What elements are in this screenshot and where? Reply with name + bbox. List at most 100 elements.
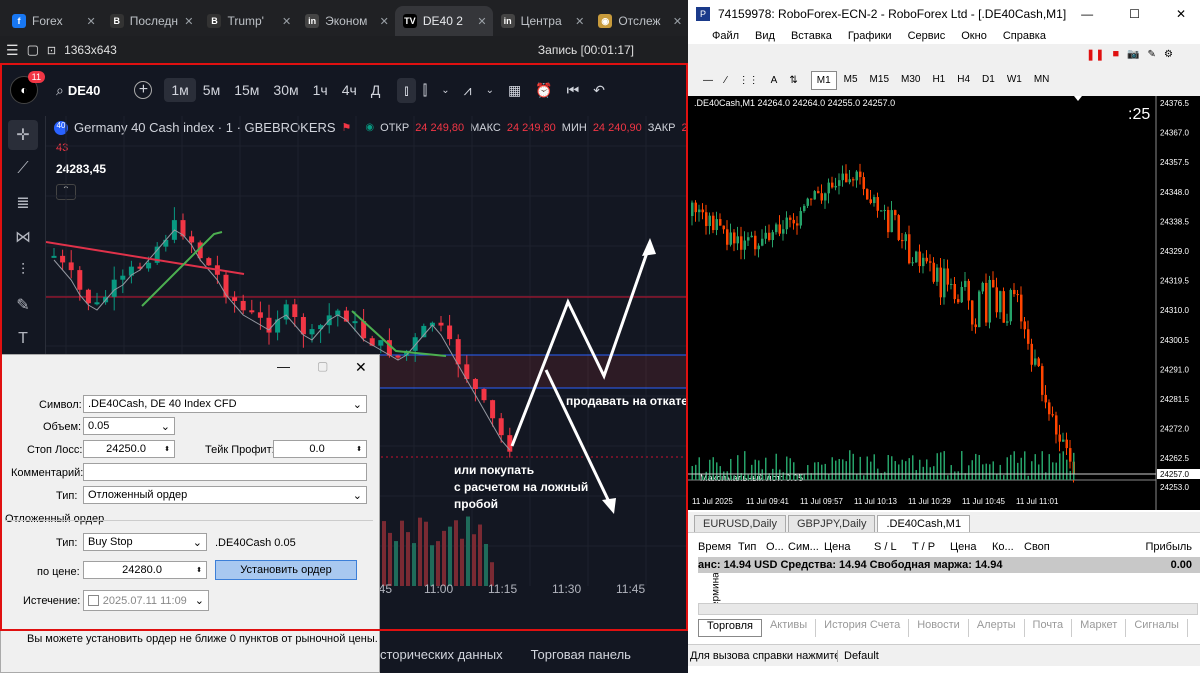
order-type-select[interactable]: Отложенный ордер ⌄ [83,486,367,504]
terminal-tab[interactable]: Почта [1025,619,1073,637]
browser-tab[interactable]: TV DE40 2 ✕ [394,6,493,36]
fib-icon[interactable]: ≣ [8,188,38,218]
timeframe-4[interactable]: 1ч [306,78,335,102]
mt-chart[interactable]: .DE40Cash,M1 24264.0 24264.0 24255.0 242… [688,96,1200,510]
terminal-column-header[interactable]: Прибыль [1102,541,1192,553]
place-order-button[interactable]: Установить ордер [215,560,357,580]
terminal-column-header[interactable]: Время [698,541,738,553]
replay-icon[interactable]: ⏮ [560,78,587,103]
mt-tf-M5[interactable]: M5 [839,71,863,90]
menu-icon[interactable]: ☰ [6,42,19,59]
menu-item[interactable]: Справка [1003,30,1046,42]
tab-close-icon[interactable]: ✕ [673,15,682,28]
h-scrollbar[interactable] [698,603,1198,615]
terminal-tab[interactable]: Новости [909,619,969,637]
undo-icon[interactable]: ↶ [586,78,612,103]
tv-avatar[interactable]: ◐ 11 [10,71,45,104]
terminal-column-header[interactable]: Цена [950,541,992,553]
terminal-tab[interactable]: Активы [762,619,817,637]
window-icon[interactable]: ▢ [27,42,39,58]
mt-tf-D1[interactable]: D1 [977,71,1000,90]
price-field[interactable]: 24280.0 ⬍ [83,561,207,579]
terminal-column-header[interactable]: О... [766,541,788,553]
chart-tab[interactable]: .DE40Cash,M1 [877,515,971,532]
tab-close-icon[interactable]: ✕ [184,15,193,28]
minimize-icon[interactable]: — [1081,7,1093,21]
browser-tab[interactable]: ◉ Отслеж ✕ [590,6,688,36]
mt-tf-MN[interactable]: MN [1029,71,1055,90]
trendline-icon[interactable]: ⟋ [8,154,38,184]
timeframe-2[interactable]: 15м [227,78,266,102]
candle-type-icon[interactable]: ⫾ [397,77,416,103]
terminal-column-header[interactable]: Цена [824,541,874,553]
close-icon[interactable]: ✕ [1176,7,1186,21]
timeframe-6[interactable]: Д [364,78,387,102]
settings-icon[interactable]: ⚙ [1164,49,1173,60]
spin-icon[interactable]: ⬍ [196,566,202,574]
text-tool-icon[interactable]: T [8,324,38,354]
shift-marker-icon[interactable] [1074,96,1082,101]
tab-close-icon[interactable]: ✕ [87,15,96,28]
tab-trading-panel[interactable]: Торговая панель [531,647,631,662]
pending-type-select[interactable]: Buy Stop ⌄ [83,533,207,551]
menu-item[interactable]: Сервис [908,30,946,42]
terminal-column-header[interactable]: Тип [738,541,766,553]
mt-tf-H1[interactable]: H1 [927,71,950,90]
bar-type-icon[interactable]: ⫿ [416,78,434,103]
take-profit-field[interactable]: 0.0 ⬍ [273,440,367,458]
indicators-icon[interactable]: ⩘ [457,78,479,103]
spin-icon[interactable]: ⬍ [356,445,362,453]
symbol-select[interactable]: .DE40Cash, DE 40 Index CFD ⌄ [83,395,367,413]
line-tool-icon[interactable]: — [698,72,718,89]
menu-item[interactable]: Вид [755,30,775,42]
brush-icon[interactable]: ✎ [8,290,38,320]
chevron-down-icon[interactable]: ⌄ [479,81,501,100]
text-icon[interactable]: A [766,72,783,89]
capture-icon[interactable]: ⊡ [47,44,56,57]
timeframe-0[interactable]: 1м [164,78,196,102]
mt-tf-M30[interactable]: M30 [896,71,925,90]
pause-icon[interactable]: ❚❚ [1086,48,1104,61]
add-symbol-icon[interactable]: + [134,81,153,99]
tab-close-icon[interactable]: ✕ [282,15,291,28]
tab-history[interactable]: сторических данных [380,647,503,662]
crosshair-icon[interactable]: ✛ [8,120,38,150]
search-icon[interactable]: ⌕ [56,82,64,99]
menu-item[interactable]: Файл [712,30,739,42]
alert-icon[interactable]: ⏰ [528,78,559,103]
terminal-column-header[interactable]: T / P [912,541,950,553]
browser-tab[interactable]: B Trump' ✕ [199,6,297,36]
tab-close-icon[interactable]: ✕ [477,15,486,28]
timeframe-3[interactable]: 30м [266,78,305,102]
trendline-icon[interactable]: ∕ [720,72,732,89]
mt-tf-W1[interactable]: W1 [1002,71,1027,90]
minimize-icon[interactable]: — [277,359,290,374]
terminal-tab[interactable]: Алерты [969,619,1025,637]
camera-icon[interactable]: 📷 [1127,49,1139,60]
maximize-icon[interactable]: ▢ [317,359,328,373]
mt-tf-M15[interactable]: M15 [865,71,894,90]
volume-select[interactable]: 0.05 ⌄ [83,417,175,435]
comment-field[interactable] [83,463,367,481]
expiry-field[interactable]: 2025.07.11 11:09 ⌄ [83,590,209,611]
browser-tab[interactable]: f Forex ✕ [4,6,102,36]
stop-icon[interactable]: ■ [1112,48,1119,60]
menu-item[interactable]: Окно [961,30,987,42]
menu-item[interactable]: Графики [848,30,892,42]
terminal-tab[interactable]: История Счета [816,619,910,637]
chevron-down-icon[interactable]: ⌄ [434,81,456,100]
terminal-column-header[interactable]: Ко... [992,541,1024,553]
timeframe-1[interactable]: 5м [196,78,227,102]
terminal-tab[interactable]: Маркет [1072,619,1127,637]
browser-tab[interactable]: in Центра ✕ [493,6,591,36]
mt-tf-H4[interactable]: H4 [952,71,975,90]
checkbox-icon[interactable] [88,595,99,606]
terminal-column-header[interactable]: Сим... [788,541,824,553]
close-icon[interactable]: ✕ [355,359,367,376]
mt-tf-M1[interactable]: M1 [810,70,837,90]
pattern-icon[interactable]: ⋈ [8,222,38,252]
symbol-search[interactable]: DE40 [68,83,101,98]
channel-icon[interactable]: ⋮⋮ [734,72,764,89]
timeframe-5[interactable]: 4ч [335,78,364,102]
chart-tab[interactable]: GBPJPY,Daily [787,515,876,532]
